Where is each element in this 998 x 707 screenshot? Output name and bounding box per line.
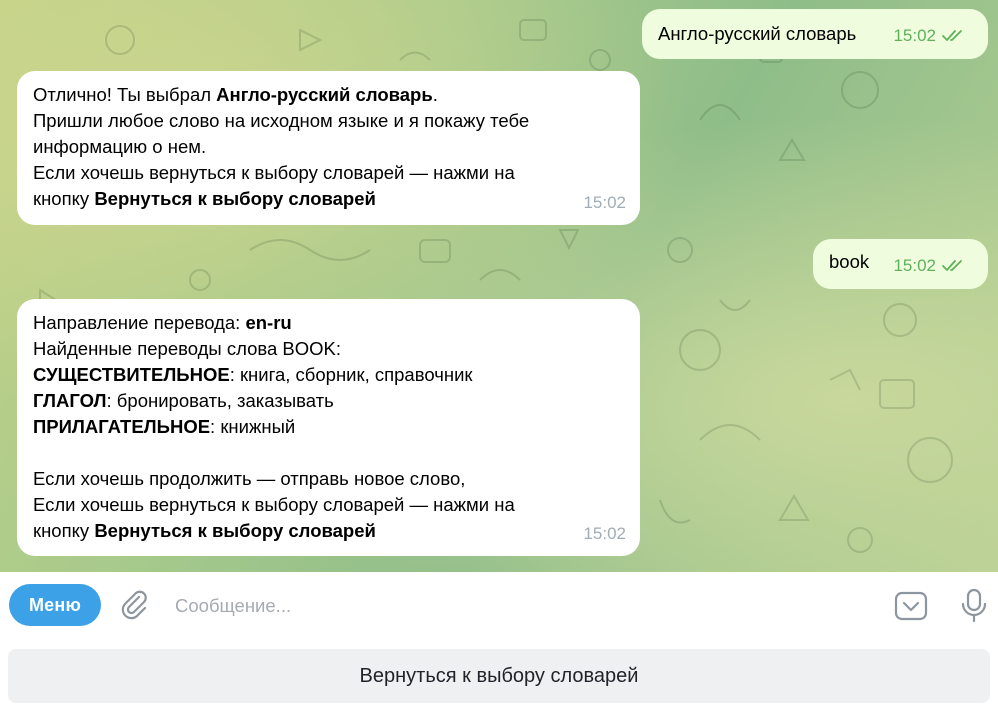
text-segment: Если хочешь продолжить — отправь новое с… [33,468,466,489]
message-composer: Меню [0,572,998,638]
message-line: Найденные переводы слова BOOK: [33,336,624,362]
outgoing-message[interactable]: Англо-русский словарь 15:02 [642,9,988,59]
text-segment: Направление перевода: [33,312,246,333]
message-body: Направление перевода: en-ru Найденные пер… [33,310,624,544]
text-segment: Если хочешь вернуться к выбору словарей … [33,162,515,183]
message-line: Пришли любое слово на исходном языке и я… [33,108,624,134]
message-line [33,440,624,466]
bold-text: ПРИЛАГАТЕЛЬНОЕ [33,416,211,437]
text-segment: кнопку [33,520,95,541]
message-line: ПРИЛАГАТЕЛЬНОЕ: книжный [33,414,624,440]
menu-button[interactable]: Меню [9,584,101,626]
message-line: Если хочешь вернуться к выбору словарей … [33,160,624,186]
incoming-message[interactable]: Отлично! Ты выбрал Англо-русский словарь… [17,71,640,225]
message-time: 15:02 [893,256,936,275]
message-meta: 15:02 [893,253,966,279]
message-line: ГЛАГОЛ: бронировать, заказывать [33,388,624,414]
message-time: 15:02 [583,524,626,543]
message-time: 15:02 [893,26,936,45]
reply-keyboard: Вернуться к выбору словарей [0,638,998,707]
paperclip-icon[interactable] [117,588,151,622]
text-segment: : книжный [210,416,296,437]
message-input[interactable] [173,590,857,622]
bold-text: Вернуться к выбору словарей [94,520,376,541]
message-text: Англо-русский словарь [658,23,857,44]
bold-text: ГЛАГОЛ [33,390,107,411]
double-check-icon [942,260,962,271]
message-line: Если хочешь продолжить — отправь новое с… [33,466,624,492]
text-segment: Отлично! Ты выбрал [33,84,217,105]
text-segment: Найденные переводы слова BOOK: [33,338,342,359]
bold-text: Англо-русский словарь [216,84,433,105]
message-line: СУЩЕСТВИТЕЛЬНОЕ: книга, сборник, справоч… [33,362,624,388]
message-line: Если хочешь вернуться к выбору словарей … [33,492,624,518]
microphone-icon[interactable] [955,586,993,624]
bold-text: en-ru [245,312,292,333]
message-text: book [829,251,870,272]
chat-area[interactable]: Англо-русский словарь 15:02 Отлично! Ты … [0,0,998,572]
message-line: информацию о нем. [33,134,624,160]
double-check-icon [942,30,962,41]
bold-text: Вернуться к выбору словарей [94,188,376,209]
keyboard-icon[interactable] [893,588,929,624]
text-segment: кнопку [33,188,95,209]
text-segment: : книга, сборник, справочник [229,364,473,385]
incoming-message[interactable]: Направление перевода: en-ru Найденные пер… [17,299,640,556]
text-segment: Если хочешь вернуться к выбору словарей … [33,494,515,515]
outgoing-message[interactable]: book 15:02 [813,239,988,289]
text-segment: . [432,84,438,105]
text-segment: Пришли любое слово на исходном языке и я… [33,110,530,131]
back-to-dictionaries-button[interactable]: Вернуться к выбору словарей [8,649,990,703]
bold-text: СУЩЕСТВИТЕЛЬНОЕ [33,364,230,385]
text-segment: : бронировать, заказывать [106,390,334,411]
message-time: 15:02 [583,193,626,212]
message-line: Направление перевода: en-ru [33,310,624,336]
text-segment: информацию о нем. [33,136,207,157]
message-line: Отлично! Ты выбрал Англо-русский словарь… [33,82,624,108]
message-line: кнопку Вернуться к выбору словарей [33,186,624,212]
message-body: Отлично! Ты выбрал Англо-русский словарь… [33,82,624,212]
message-meta: 15:02 [893,23,966,49]
message-line: кнопку Вернуться к выбору словарей [33,518,624,544]
